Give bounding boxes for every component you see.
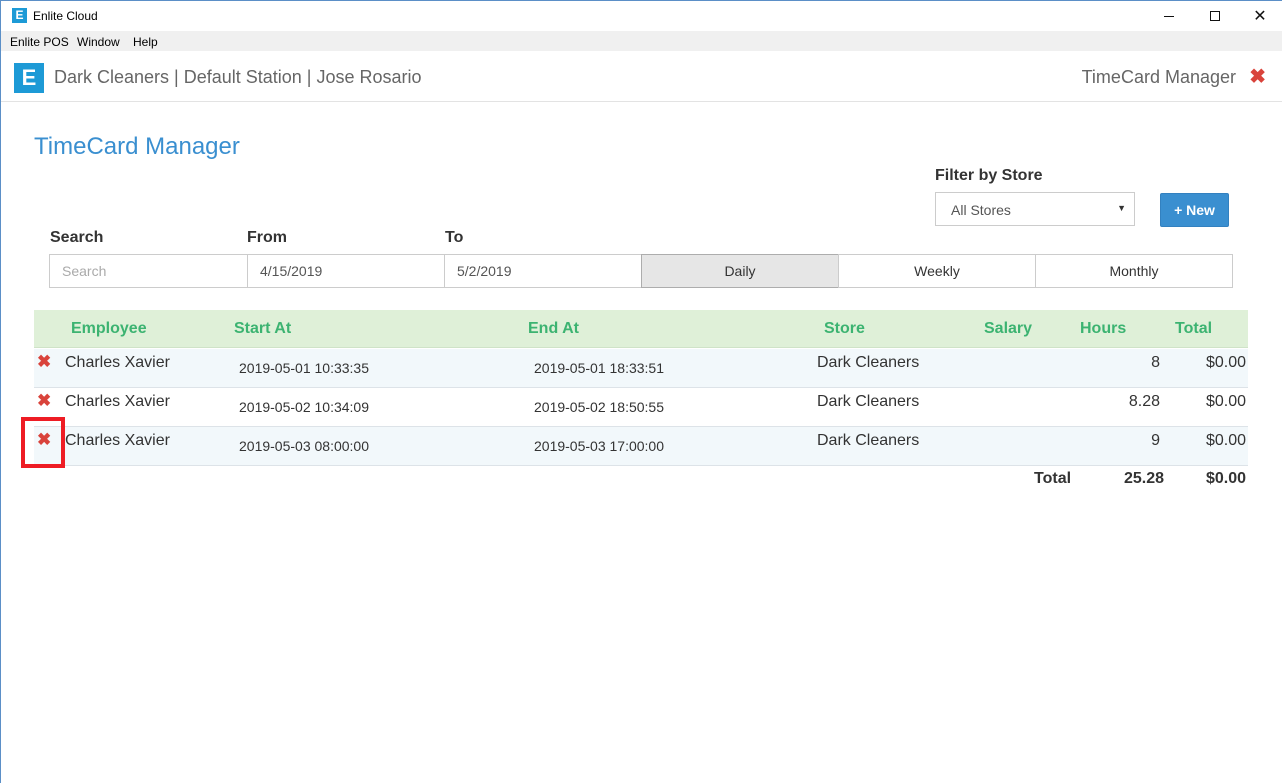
col-salary[interactable]: Salary	[984, 320, 1032, 338]
store-cell: Dark Cleaners	[817, 432, 920, 449]
totals-label: Total	[1034, 470, 1072, 487]
menu-bar: Enlite POS Window Help	[1, 31, 1282, 51]
search-input[interactable]: Search	[49, 254, 248, 288]
menu-window[interactable]: Window	[77, 35, 120, 49]
table-row[interactable]: ✖ Charles Xavier 2019-05-02 10:34:09 201…	[34, 388, 1248, 427]
start-cell: 2019-05-02 10:34:09	[239, 399, 369, 415]
delete-icon[interactable]: ✖	[37, 391, 51, 411]
totals-hours: 25.28	[1124, 470, 1165, 487]
store-cell: Dark Cleaners	[817, 393, 920, 410]
page-title: TimeCard Manager	[34, 133, 240, 160]
weekly-button[interactable]: Weekly	[838, 254, 1036, 288]
close-icon: ✕	[1253, 6, 1267, 25]
employee-cell: Charles Xavier	[65, 393, 170, 410]
from-date-input[interactable]: 4/15/2019	[247, 254, 445, 288]
context-breadcrumb: Dark Cleaners | Default Station | Jose R…	[54, 67, 422, 87]
col-start-at[interactable]: Start At	[234, 320, 291, 338]
hours-cell: 9	[1151, 432, 1160, 449]
store-select-value: All Stores	[951, 202, 1011, 218]
monthly-button[interactable]: Monthly	[1035, 254, 1233, 288]
title-bar: E Enlite Cloud ✕	[1, 1, 1282, 31]
totals-amount: $0.00	[1206, 470, 1247, 487]
maximize-button[interactable]	[1192, 1, 1238, 31]
col-end-at[interactable]: End At	[528, 320, 579, 338]
hours-cell: 8.28	[1128, 393, 1160, 410]
end-cell: 2019-05-03 17:00:00	[534, 438, 664, 454]
daily-button[interactable]: Daily	[641, 254, 839, 288]
window-title: Enlite Cloud	[33, 9, 98, 23]
search-label: Search	[50, 229, 104, 246]
maximize-icon	[1210, 11, 1220, 21]
total-cell: $0.00	[1205, 354, 1246, 371]
end-cell: 2019-05-02 18:50:55	[534, 399, 664, 415]
app-header: E Dark Cleaners | Default Station | Jose…	[1, 51, 1282, 102]
menu-help[interactable]: Help	[133, 35, 158, 49]
module-close-icon[interactable]: ✖	[1249, 64, 1266, 89]
menu-enlite-pos[interactable]: Enlite POS	[10, 35, 69, 49]
col-store[interactable]: Store	[824, 320, 865, 338]
total-cell: $0.00	[1205, 432, 1246, 449]
col-employee[interactable]: Employee	[71, 320, 147, 338]
total-cell: $0.00	[1205, 393, 1246, 410]
app-window: E Enlite Cloud ✕ Enlite POS Window Help …	[0, 0, 1282, 783]
from-label: From	[247, 229, 287, 246]
new-button[interactable]: + New	[1160, 193, 1229, 227]
end-cell: 2019-05-01 18:33:51	[534, 360, 664, 376]
highlight-annotation	[21, 417, 65, 468]
table-row[interactable]: ✖ Charles Xavier 2019-05-01 10:33:35 201…	[34, 349, 1248, 388]
start-cell: 2019-05-01 10:33:35	[239, 360, 369, 376]
delete-icon[interactable]: ✖	[37, 352, 51, 372]
start-cell: 2019-05-03 08:00:00	[239, 438, 369, 454]
employee-cell: Charles Xavier	[65, 354, 170, 371]
employee-cell: Charles Xavier	[65, 432, 170, 449]
hours-cell: 8	[1151, 354, 1160, 371]
timecard-table-header: Employee Start At End At Store Salary Ho…	[34, 310, 1248, 348]
filter-store-label: Filter by Store	[935, 167, 1043, 184]
module-title: TimeCard Manager	[1081, 67, 1236, 87]
app-icon: E	[12, 8, 27, 23]
store-select[interactable]: All Stores ▼	[935, 192, 1135, 226]
table-row[interactable]: ✖ Charles Xavier 2019-05-03 08:00:00 201…	[34, 427, 1248, 466]
col-hours[interactable]: Hours	[1080, 320, 1126, 338]
minimize-icon	[1164, 16, 1174, 17]
window-close-button[interactable]: ✕	[1237, 1, 1282, 31]
store-cell: Dark Cleaners	[817, 354, 920, 371]
enlite-logo-icon: E	[14, 63, 44, 93]
minimize-button[interactable]	[1146, 1, 1192, 31]
caret-down-icon: ▼	[1117, 203, 1126, 213]
to-label: To	[445, 229, 464, 246]
to-date-input[interactable]: 5/2/2019	[444, 254, 642, 288]
col-total[interactable]: Total	[1175, 320, 1212, 338]
